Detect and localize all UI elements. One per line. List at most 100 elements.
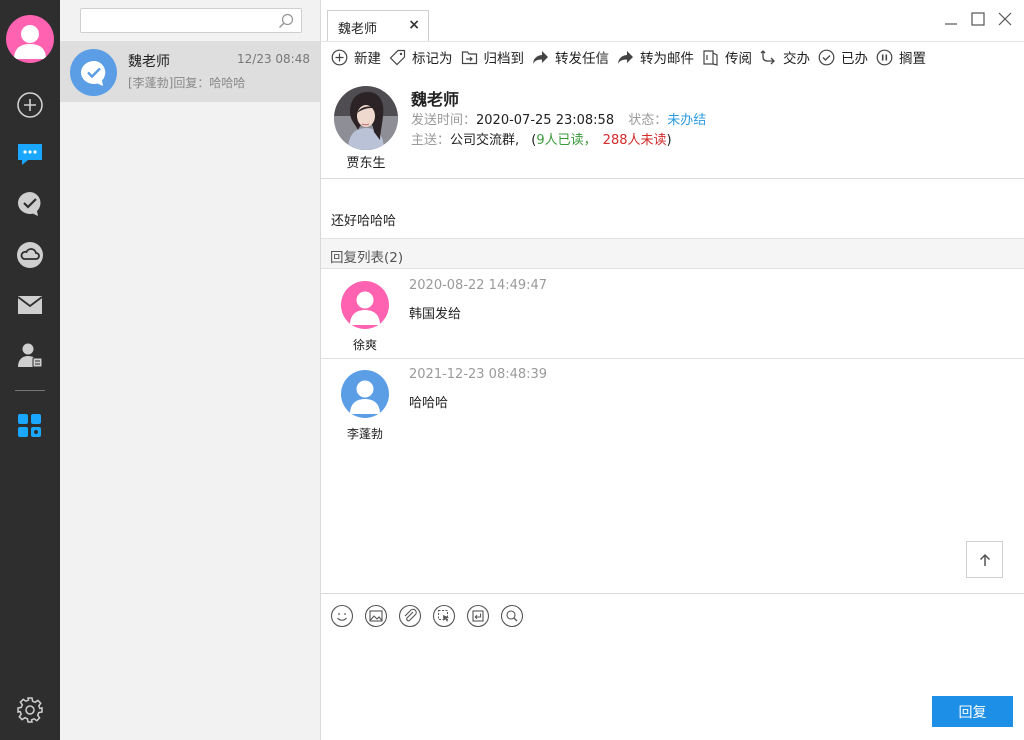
nav-settings[interactable] <box>15 695 45 725</box>
search-icon[interactable] <box>278 13 294 29</box>
nav-apps[interactable] <box>15 411 45 441</box>
message-title: 魏老师 <box>411 90 460 109</box>
message-body: 还好哈哈哈 <box>331 214 397 229</box>
reply-text: 哈哈哈 <box>409 396 449 411</box>
person-icon <box>350 291 380 325</box>
tab-message[interactable]: 魏老师 × <box>327 10 429 41</box>
reply-author: 李蓬勃 <box>346 427 383 441</box>
status-value[interactable]: 未办结 <box>667 113 706 128</box>
message-meta: 发送时间：2020-07-25 23:08:58 状态：未办结 <box>411 109 706 128</box>
nav-messages[interactable] <box>15 139 45 169</box>
count-separator: ， <box>583 133 597 148</box>
message-toolbar: 新建 标记为 归档到 转发任信 转为邮件 传阅 交办 已办 搁置 <box>321 43 1024 71</box>
read-count[interactable]: 9人已读 <box>536 133 583 148</box>
archive-button[interactable]: 归档到 <box>461 47 524 67</box>
check-circle-icon <box>818 49 835 65</box>
reply-box-icon[interactable] <box>466 604 490 628</box>
reply-input[interactable] <box>321 638 1024 688</box>
done-button[interactable]: 已办 <box>818 47 868 67</box>
nav-rail <box>0 0 60 740</box>
rail-divider <box>15 390 45 391</box>
mail-icon <box>17 296 43 314</box>
reply-time: 2020-08-22 14:49:47 <box>409 278 548 293</box>
mark-as-label: 标记为 <box>412 51 453 67</box>
pause-circle-icon <box>876 49 893 65</box>
convert-to-mail-label: 转为邮件 <box>640 51 694 67</box>
sender-name: 贾东生 <box>346 156 386 171</box>
to-label: 主送： <box>411 133 451 148</box>
tab-bar: 魏老师 × <box>321 0 1024 42</box>
arrow-up-icon <box>979 553 990 566</box>
close-icon[interactable] <box>997 11 1013 27</box>
conversation-preview: [李蓬勃]回复：哈哈哈 <box>128 76 246 90</box>
done-label: 已办 <box>841 51 868 67</box>
attachment-icon[interactable] <box>398 604 422 628</box>
forward-message-button[interactable]: 转发任信 <box>532 47 609 67</box>
nav-tasks[interactable] <box>15 189 45 219</box>
smiley-icon[interactable] <box>330 604 354 628</box>
search-box <box>80 8 302 33</box>
search-input[interactable] <box>81 9 271 32</box>
tab-label: 魏老师 <box>338 22 378 37</box>
person-icon <box>350 380 380 414</box>
sender-photo-image <box>334 86 398 150</box>
reply-avatar[interactable] <box>341 281 389 329</box>
cloud-icon <box>17 242 43 268</box>
conversation-time: 12/23 08:48 <box>237 52 310 66</box>
sent-time: 2020-07-25 23:08:58 <box>476 113 615 128</box>
assign-button[interactable]: 交办 <box>760 47 810 67</box>
reply-avatar[interactable] <box>341 370 389 418</box>
forward-icon <box>533 50 548 64</box>
forward-icon <box>618 50 633 64</box>
gear-icon <box>17 697 43 723</box>
status-label: 状态： <box>628 113 668 128</box>
mark-as-button[interactable]: 标记为 <box>389 47 453 67</box>
screenshot-icon[interactable] <box>432 604 456 628</box>
shelve-button[interactable]: 搁置 <box>876 47 926 67</box>
tab-close-icon[interactable]: × <box>408 17 420 33</box>
shelve-label: 搁置 <box>899 51 926 67</box>
archive-icon <box>461 50 477 64</box>
nav-cloud[interactable] <box>15 240 45 270</box>
message-panel: 魏老师 × 新建 标记为 归档到 转发任信 转为邮件 传阅 交办 已办 搁置 贾… <box>321 0 1024 740</box>
new-label: 新建 <box>354 51 381 67</box>
reply-button[interactable]: 回复 <box>932 696 1013 727</box>
reply-list-header: 回复列表(2) <box>321 238 1024 269</box>
convert-to-mail-button[interactable]: 转为邮件 <box>617 47 694 67</box>
nav-mail[interactable] <box>15 290 45 320</box>
conversation-name: 魏老师 <box>128 54 170 70</box>
plus-circle-icon <box>331 49 348 65</box>
nav-contacts[interactable] <box>15 340 45 370</box>
forward-message-label: 转发任信 <box>555 51 609 67</box>
apps-icon <box>18 414 41 437</box>
sender-photo[interactable] <box>334 86 398 150</box>
reply-text: 韩国发给 <box>409 307 462 322</box>
new-button[interactable]: 新建 <box>331 47 381 67</box>
nav-new[interactable] <box>15 90 45 120</box>
reply-item: 徐爽 2020-08-22 14:49:47 韩国发给 <box>321 270 1024 359</box>
user-avatar[interactable] <box>6 15 54 63</box>
scroll-to-top-button[interactable] <box>966 541 1003 578</box>
check-bubble-icon <box>18 192 41 216</box>
conversation-avatar <box>70 49 117 96</box>
close-paren: ) <box>666 133 672 148</box>
reply-time: 2021-12-23 08:48:39 <box>409 367 548 382</box>
circulate-label: 传阅 <box>725 51 752 67</box>
unread-count[interactable]: 288人未读 <box>603 133 667 148</box>
recipients-line: 主送：公司交流群, (9人已读， 288人未读) <box>411 129 672 148</box>
conversation-item[interactable]: 魏老师 12/23 08:48 [李蓬勃]回复：哈哈哈 <box>60 41 320 102</box>
maximize-icon[interactable] <box>970 11 986 27</box>
minimize-icon[interactable] <box>943 11 959 27</box>
image-icon[interactable] <box>364 604 388 628</box>
conversation-list: 魏老师 12/23 08:48 [李蓬勃]回复：哈哈哈 <box>60 0 321 740</box>
circulate-button[interactable]: 传阅 <box>702 47 752 67</box>
person-icon <box>14 25 46 59</box>
assign-icon <box>760 49 775 64</box>
chat-icon <box>18 144 42 165</box>
to-value: 公司交流群, <box>450 133 520 148</box>
plus-circle-icon <box>17 92 43 118</box>
circulate-icon <box>703 49 718 66</box>
search-icon[interactable] <box>500 604 524 628</box>
reply-composer: 回复 <box>321 593 1024 740</box>
check-bubble-icon <box>80 60 105 86</box>
